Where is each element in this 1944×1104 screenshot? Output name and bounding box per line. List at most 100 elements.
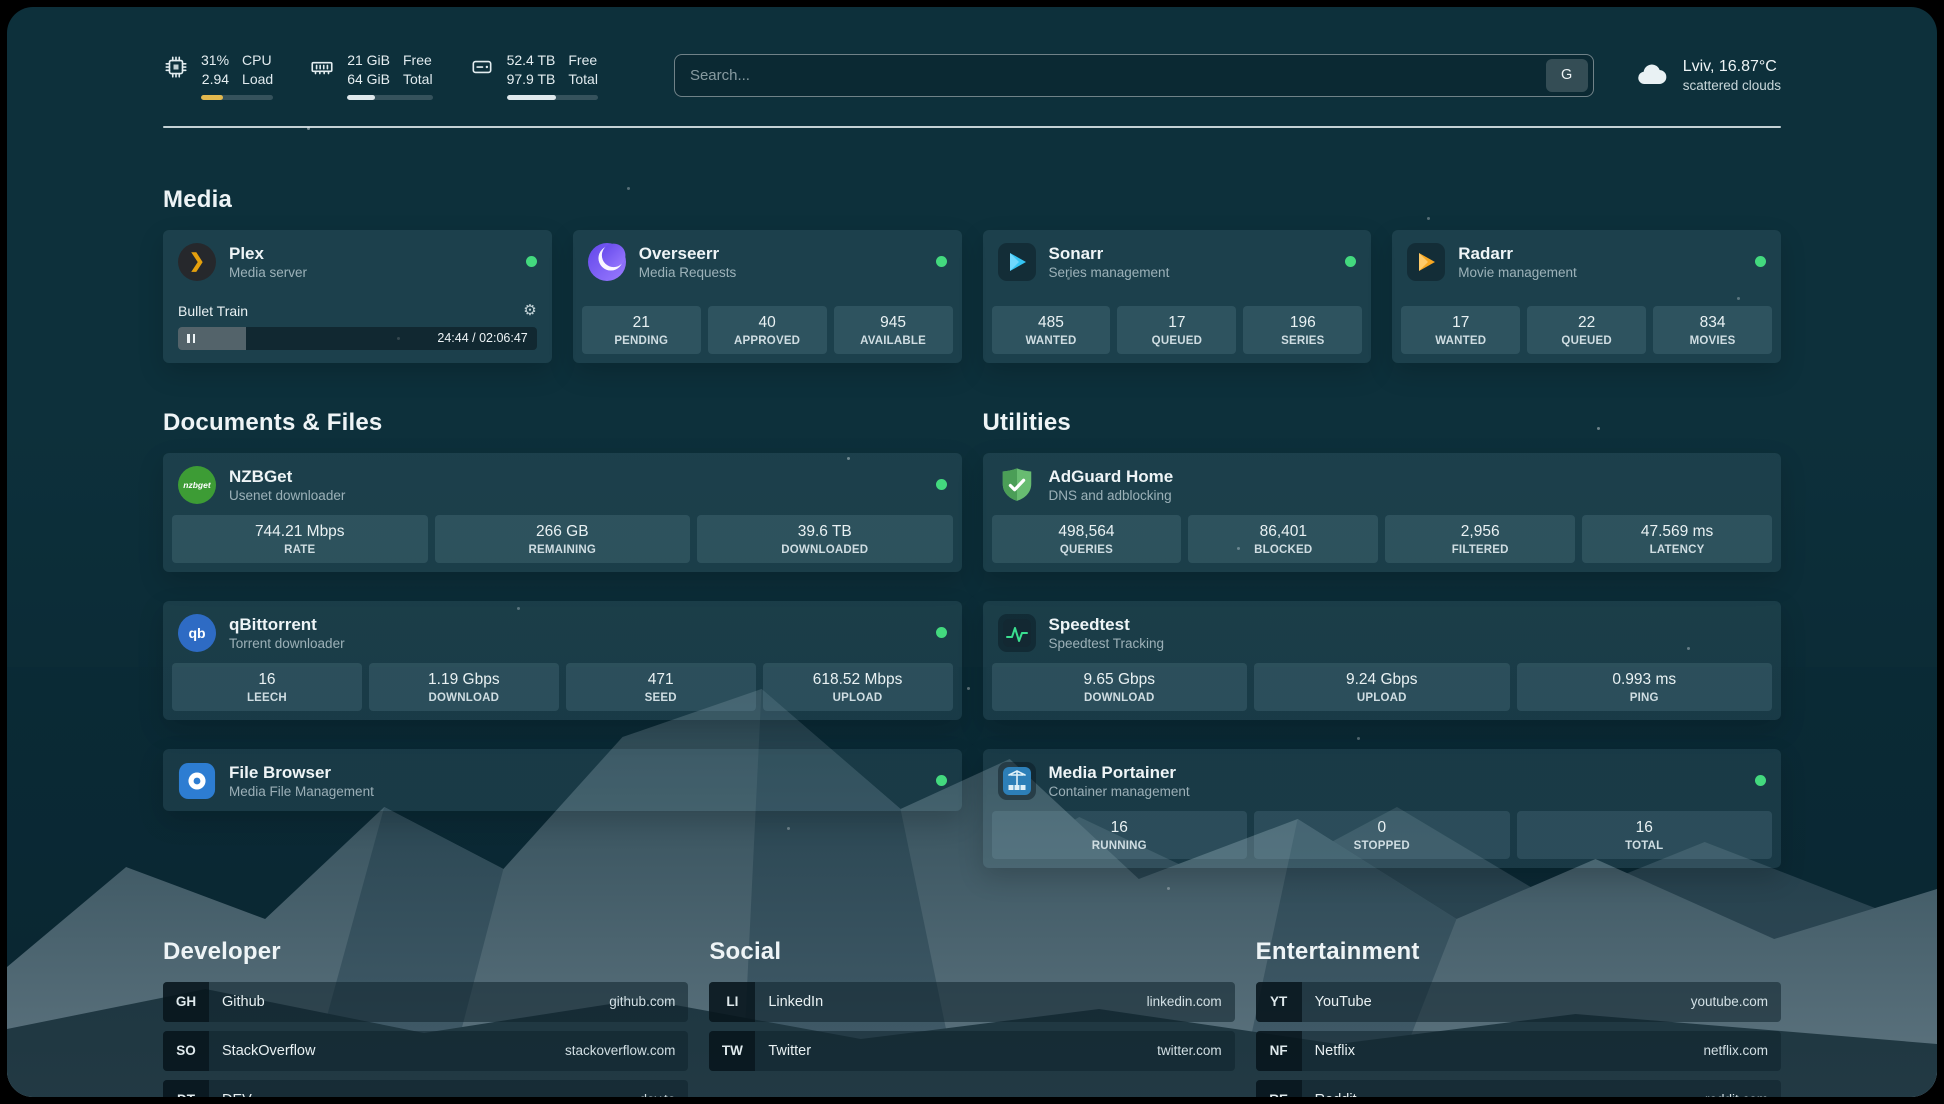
section-utilities: Utilities <box>983 409 1782 868</box>
stat-filtered: 2,956 FILTERED <box>1385 515 1575 563</box>
bookmark-name: Netflix <box>1315 1043 1355 1059</box>
bookmark-stackoverflow[interactable]: SO StackOverflow stackoverflow.com <box>163 1031 688 1071</box>
cpu-usage-label: CPU <box>242 51 273 70</box>
stat-value: 2,956 <box>1389 523 1571 541</box>
service-name: Speedtest <box>1049 614 1165 635</box>
stat-value: 498,564 <box>996 523 1178 541</box>
cpu-load-label: Load <box>242 70 273 89</box>
stat-label: QUEUED <box>1531 335 1642 347</box>
bookmark-linkedin[interactable]: LI LinkedIn linkedin.com <box>709 982 1234 1022</box>
stat-value: 945 <box>838 314 949 332</box>
stat-label: LATENCY <box>1586 544 1768 556</box>
stat-running: 16 RUNNING <box>992 811 1248 859</box>
service-name: Radarr <box>1458 243 1577 264</box>
bookmark-name: LinkedIn <box>768 994 823 1010</box>
section-title-documents: Documents & Files <box>163 409 962 437</box>
bookmark-twitter[interactable]: TW Twitter twitter.com <box>709 1031 1234 1071</box>
stat-label: AVAILABLE <box>838 335 949 347</box>
bookmark-url: reddit.com <box>1705 1092 1768 1097</box>
pause-icon[interactable] <box>187 334 195 343</box>
filebrowser-icon <box>178 762 216 800</box>
bookmark-group-developer: Developer GH Github github.com SO StackO… <box>163 938 688 1097</box>
service-card-qbittorrent[interactable]: qb qBittorrent Torrent downloader <box>163 601 962 720</box>
bookmark-abbr: TW <box>709 1031 755 1071</box>
stat-wanted: 17 WANTED <box>1401 306 1520 354</box>
now-playing-title: Bullet Train <box>178 303 248 319</box>
stat-total: 16 TOTAL <box>1517 811 1773 859</box>
disk-progress-fill <box>507 95 556 100</box>
status-dot <box>936 627 947 638</box>
bookmark-group-social: Social LI LinkedIn linkedin.com TW Twitt… <box>709 938 1234 1097</box>
section-title-entertainment: Entertainment <box>1256 938 1781 966</box>
stat-label: LEECH <box>176 692 358 704</box>
service-desc: Series management <box>1049 265 1170 280</box>
top-bar: 31% 2.94 CPU Load <box>163 51 1781 100</box>
service-card-plex[interactable]: ❯ Plex Media server Bullet Train ⚙ <box>163 230 552 363</box>
bookmark-abbr: RE <box>1256 1080 1302 1097</box>
search-provider-button[interactable]: G <box>1546 59 1588 92</box>
stat-stopped: 0 STOPPED <box>1254 811 1510 859</box>
stat-movies: 834 MOVIES <box>1653 306 1772 354</box>
stat-value: 16 <box>176 671 358 689</box>
memory-usage-widget: 21 GiB 64 GiB Free Total <box>309 51 432 100</box>
bookmark-reddit[interactable]: RE Reddit reddit.com <box>1256 1080 1781 1097</box>
status-dot <box>526 256 537 267</box>
service-desc: Speedtest Tracking <box>1049 636 1165 651</box>
service-desc: DNS and adblocking <box>1049 488 1174 503</box>
service-card-portainer[interactable]: Media Portainer Container management 16 … <box>983 749 1782 868</box>
memory-progress-bar <box>347 95 432 100</box>
bookmark-dev[interactable]: DT DEV dev.to <box>163 1080 688 1097</box>
stat-value: 9.65 Gbps <box>996 671 1244 689</box>
service-desc: Container management <box>1049 784 1190 799</box>
stat-label: MOVIES <box>1657 335 1768 347</box>
stat-value: 471 <box>570 671 752 689</box>
memory-total-label: Total <box>403 70 433 89</box>
bookmark-youtube[interactable]: YT YouTube youtube.com <box>1256 982 1781 1022</box>
bookmark-name: DEV <box>222 1092 252 1097</box>
memory-readout: 21 GiB 64 GiB Free Total <box>347 51 432 100</box>
disk-progress-bar <box>507 95 598 100</box>
stat-label: STOPPED <box>1258 840 1506 852</box>
stat-value: 47.569 ms <box>1586 523 1768 541</box>
stat-label: TOTAL <box>1521 840 1769 852</box>
stat-label: QUERIES <box>996 544 1178 556</box>
adguard-icon <box>998 466 1036 504</box>
cpu-progress-fill <box>201 95 223 100</box>
bookmark-abbr: SO <box>163 1031 209 1071</box>
service-card-nzbget[interactable]: nzbget NZBGet Usenet downloader <box>163 453 962 572</box>
service-desc: Media Requests <box>639 265 737 280</box>
stat-label: UPLOAD <box>767 692 949 704</box>
memory-icon <box>309 51 336 100</box>
stat-rate: 744.21 Mbps RATE <box>172 515 428 563</box>
disk-icon <box>469 51 496 100</box>
bookmark-url: twitter.com <box>1157 1043 1222 1058</box>
stat-value: 744.21 Mbps <box>176 523 424 541</box>
stat-available: 945 AVAILABLE <box>834 306 953 354</box>
overseerr-icon <box>588 243 626 281</box>
search-input[interactable] <box>690 67 1546 84</box>
status-dot <box>936 775 947 786</box>
playback-progress-bar[interactable]: 24:44 / 02:06:47 <box>178 327 537 350</box>
service-card-overseerr[interactable]: Overseerr Media Requests 21 PENDING <box>573 230 962 363</box>
service-desc: Torrent downloader <box>229 636 345 651</box>
stat-value: 16 <box>996 819 1244 837</box>
bookmark-netflix[interactable]: NF Netflix netflix.com <box>1256 1031 1781 1071</box>
service-card-sonarr[interactable]: Sonarr Series management 485 WANTED <box>983 230 1372 363</box>
service-card-radarr[interactable]: Radarr Movie management 17 WANTED 2 <box>1392 230 1781 363</box>
stat-value: 1.19 Gbps <box>373 671 555 689</box>
stat-value: 196 <box>1247 314 1358 332</box>
radarr-icon <box>1407 243 1445 281</box>
service-desc: Movie management <box>1458 265 1577 280</box>
service-desc: Media server <box>229 265 307 280</box>
service-card-speedtest[interactable]: Speedtest Speedtest Tracking 9.65 Gbps D… <box>983 601 1782 720</box>
service-card-filebrowser[interactable]: File Browser Media File Management <box>163 749 962 811</box>
section-title-utilities: Utilities <box>983 409 1782 437</box>
bookmark-url: netflix.com <box>1703 1043 1768 1058</box>
stat-download: 9.65 Gbps DOWNLOAD <box>992 663 1248 711</box>
stat-ping: 0.993 ms PING <box>1517 663 1773 711</box>
gear-icon[interactable]: ⚙ <box>523 303 536 318</box>
bookmark-url: linkedin.com <box>1147 994 1222 1009</box>
service-card-adguard[interactable]: AdGuard Home DNS and adblocking 498,564 … <box>983 453 1782 572</box>
bookmark-github[interactable]: GH Github github.com <box>163 982 688 1022</box>
stat-value: 39.6 TB <box>701 523 949 541</box>
